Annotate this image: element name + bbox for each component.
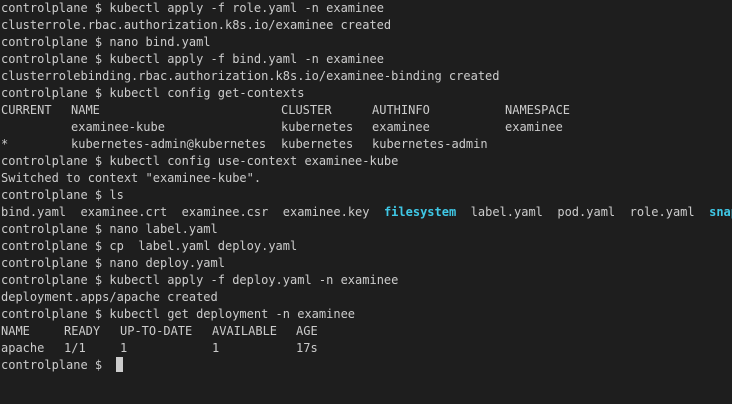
command-text: kubectl apply -f deploy.yaml -n examinee (109, 273, 399, 287)
command-text: kubectl apply -f bind.yaml -n examinee (109, 52, 384, 66)
terminal-line: controlplane $ cp label.yaml deploy.yaml (1, 238, 732, 255)
table-cell: AGE (296, 324, 318, 338)
command-text: nano bind.yaml (109, 35, 211, 49)
terminal-line: deployment.apps/apache created (1, 289, 732, 306)
table-cell: READY (64, 324, 101, 338)
table-cell: NAMESPACE (505, 103, 571, 117)
terminal-line: apache 1/1 1 1 17s (1, 340, 732, 357)
command-text: nano label.yaml (109, 222, 218, 236)
shell-prompt: controlplane $ (1, 86, 103, 100)
table-cell: UP-TO-DATE (120, 324, 193, 338)
terminal-cursor (116, 357, 124, 372)
terminal-line: clusterrolebinding.rbac.authorization.k8… (1, 68, 732, 85)
terminal-line: controlplane $ kubectl apply -f deploy.y… (1, 272, 732, 289)
command-text: kubectl apply -f role.yaml -n examinee (109, 1, 384, 15)
command-text: nano deploy.yaml (109, 256, 225, 270)
table-cell: CLUSTER (281, 103, 332, 117)
command-text: ls (109, 188, 124, 202)
shell-prompt: controlplane $ (1, 273, 103, 287)
table-cell: NAME (1, 324, 30, 338)
shell-prompt: controlplane $ (1, 35, 103, 49)
table-cell: 1 (212, 341, 220, 355)
table-cell: examinee (372, 120, 430, 134)
terminal-line: bind.yaml examinee.crt examinee.csr exam… (1, 204, 732, 221)
terminal-line: Switched to context "examinee-kube". (1, 170, 732, 187)
terminal-line: examinee-kube kubernetes examinee examinee (1, 119, 732, 136)
table-cell: kubernetes (281, 120, 354, 134)
terminal-line: CURRENT NAME CLUSTER AUTHINFO NAMESPACE (1, 102, 732, 119)
table-cell: NAME (71, 103, 100, 117)
terminal-line: controlplane $ kubectl get deployment -n… (1, 306, 732, 323)
table-cell: apache (1, 341, 45, 355)
table-cell: kubernetes-admin@kubernetes (71, 137, 267, 151)
shell-prompt: controlplane $ (1, 307, 103, 321)
command-output: deployment.apps/apache created (1, 290, 218, 304)
table-cell: 1/1 (64, 341, 86, 355)
shell-prompt: controlplane $ (1, 52, 103, 66)
file-entry: examinee.crt (80, 205, 168, 219)
table-cell: 17s (296, 341, 318, 355)
shell-prompt: controlplane $ (1, 358, 103, 372)
terminal-line: controlplane $ (1, 357, 732, 374)
terminal-line: NAME READY UP-TO-DATE AVAILABLE AGE (1, 323, 732, 340)
terminal-line: controlplane $ nano deploy.yaml (1, 255, 732, 272)
file-entry: pod.yaml (557, 205, 616, 219)
table-cell: AVAILABLE (212, 324, 278, 338)
command-output: clusterrole.rbac.authorization.k8s.io/ex… (1, 18, 392, 32)
terminal-line: controlplane $ nano bind.yaml (1, 34, 732, 51)
command-text: kubectl get deployment -n examinee (109, 307, 356, 321)
shell-prompt: controlplane $ (1, 239, 103, 253)
command-output: Switched to context "examinee-kube". (1, 171, 262, 185)
shell-prompt: controlplane $ (1, 1, 103, 15)
file-entry: examinee.key (282, 205, 370, 219)
command-text: kubectl config use-context examinee-kube (109, 154, 399, 168)
file-entry: label.yaml (470, 205, 543, 219)
terminal-line: controlplane $ kubectl apply -f bind.yam… (1, 51, 732, 68)
shell-prompt: controlplane $ (1, 222, 103, 236)
directory-entry: filesystem (383, 205, 457, 219)
shell-prompt: controlplane $ (1, 188, 103, 202)
file-entry: bind.yaml (1, 205, 67, 219)
file-entry: role.yaml (629, 205, 695, 219)
table-cell: kubernetes-admin (372, 137, 488, 151)
table-cell: 1 (120, 341, 128, 355)
directory-entry: snap (709, 205, 732, 219)
table-cell: CURRENT (1, 103, 52, 117)
table-cell: AUTHINFO (372, 103, 430, 117)
shell-prompt: controlplane $ (1, 154, 103, 168)
command-text: kubectl config get-contexts (109, 86, 305, 100)
terminal-line: controlplane $ kubectl config get-contex… (1, 85, 732, 102)
table-cell: examinee-kube (71, 120, 165, 134)
table-cell: * (1, 137, 9, 151)
terminal-line: controlplane $ kubectl config use-contex… (1, 153, 732, 170)
table-cell: kubernetes (281, 137, 354, 151)
terminal-line: controlplane $ kubectl apply -f role.yam… (1, 0, 732, 17)
terminal-line: clusterrole.rbac.authorization.k8s.io/ex… (1, 17, 732, 34)
command-text: cp label.yaml deploy.yaml (109, 239, 298, 253)
terminal-window[interactable]: controlplane $ kubectl apply -f role.yam… (0, 0, 732, 404)
file-entry: examinee.csr (181, 205, 269, 219)
table-cell: examinee (505, 120, 563, 134)
shell-prompt: controlplane $ (1, 256, 103, 270)
terminal-line: * kubernetes-admin@kubernetes kubernetes ku… (1, 136, 732, 153)
terminal-line: controlplane $ nano label.yaml (1, 221, 732, 238)
command-output: clusterrolebinding.rbac.authorization.k8… (1, 69, 500, 83)
terminal-line: controlplane $ ls (1, 187, 732, 204)
